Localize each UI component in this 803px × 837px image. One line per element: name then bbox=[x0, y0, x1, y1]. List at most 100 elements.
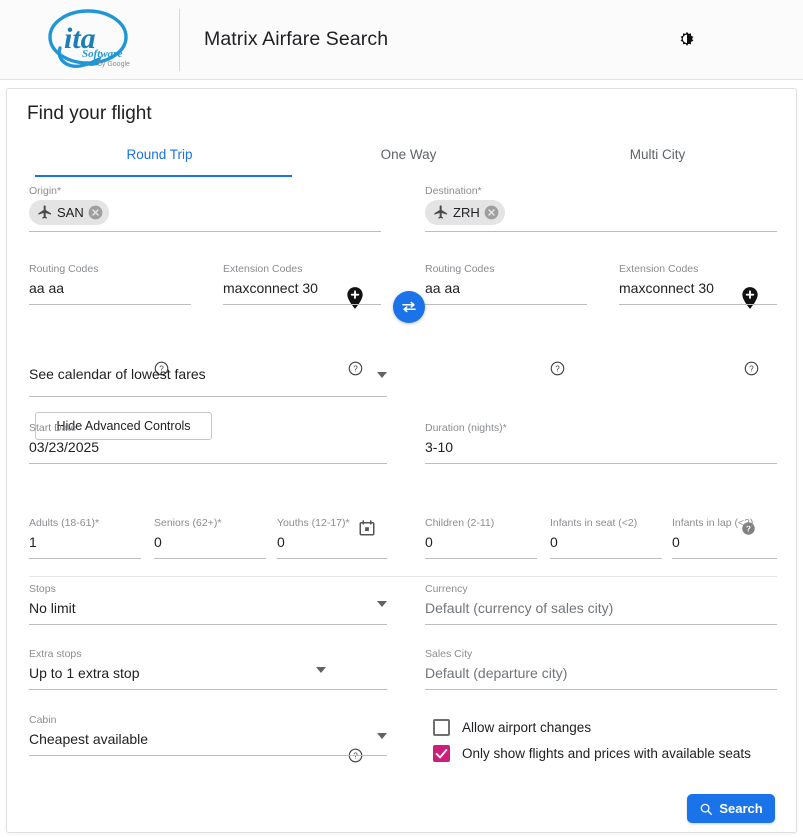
extra-stops-label: Extra stops bbox=[29, 648, 82, 660]
currency-label: Currency bbox=[425, 583, 468, 595]
page-title: Matrix Airfare Search bbox=[204, 28, 389, 50]
duration-label: Duration (nights)* bbox=[425, 422, 507, 434]
question-mark-glyph: ? bbox=[550, 361, 565, 376]
start-date-underline bbox=[29, 463, 387, 464]
extra-stops-underline bbox=[29, 689, 387, 690]
origin-field[interactable]: Origin* SAN bbox=[29, 185, 381, 232]
sales-city-underline bbox=[425, 689, 777, 690]
search-button[interactable]: Search bbox=[687, 794, 775, 823]
stops-underline bbox=[29, 624, 387, 625]
destination-routing-codes-help-icon[interactable]: ? bbox=[550, 361, 565, 376]
extra-stops-select[interactable]: Extra stops Up to 1 extra stop bbox=[29, 648, 387, 690]
available-seats-checkbox[interactable] bbox=[433, 745, 450, 762]
tab-multi-city-label: Multi City bbox=[629, 147, 686, 162]
passenger-adults-underline bbox=[29, 558, 141, 559]
passenger-infants-seat-field[interactable]: Infants in seat (<2) 0 bbox=[550, 517, 662, 559]
passenger-infants-lap-label: Infants in lap (<2) bbox=[672, 517, 754, 529]
origin-extension-codes-value: maxconnect 30 bbox=[223, 280, 318, 296]
allow-airport-changes-label: Allow airport changes bbox=[462, 720, 592, 735]
calendar-mode-select[interactable]: See calendar of lowest fares bbox=[29, 364, 387, 397]
currency-value: Default (currency of sales city) bbox=[425, 600, 614, 616]
brightness-icon[interactable] bbox=[672, 25, 702, 55]
tab-round-trip[interactable]: Round Trip bbox=[35, 143, 284, 179]
passenger-infants-lap-field[interactable]: Infants in lap (<2) 0 bbox=[672, 517, 777, 559]
destination-routing-codes-field[interactable]: Routing Codes aa aa bbox=[425, 263, 587, 305]
allow-airport-changes-checkbox[interactable] bbox=[433, 719, 450, 736]
chevron-down-icon[interactable] bbox=[316, 667, 326, 673]
passenger-seniors-field[interactable]: Seniors (62+)* 0 bbox=[154, 517, 266, 559]
origin-extension-codes-field[interactable]: Extension Codes maxconnect 30 bbox=[223, 263, 381, 305]
destination-extension-codes-field[interactable]: Extension Codes maxconnect 30 bbox=[619, 263, 777, 305]
origin-code: SAN bbox=[57, 204, 84, 220]
tab-one-way[interactable]: One Way bbox=[284, 143, 533, 179]
swap-arrows-icon bbox=[402, 301, 416, 313]
checkmark-icon bbox=[435, 749, 448, 759]
passenger-infants-seat-value: 0 bbox=[550, 534, 558, 550]
brightness-glyph bbox=[680, 31, 694, 46]
origin-extension-codes-label: Extension Codes bbox=[223, 263, 303, 275]
sales-city-value: Default (departure city) bbox=[425, 665, 568, 681]
close-icon[interactable] bbox=[484, 205, 499, 220]
destination-airport-chip[interactable]: ZRH bbox=[425, 199, 505, 225]
passenger-children-value: 0 bbox=[425, 534, 433, 550]
passenger-children-label: Children (2-11) bbox=[425, 517, 495, 529]
chevron-down-icon[interactable] bbox=[377, 372, 387, 378]
ita-software-logo: ita Software by Google bbox=[0, 1, 180, 79]
origin-airport-chip[interactable]: SAN bbox=[29, 199, 109, 225]
destination-label: Destination* bbox=[425, 185, 482, 197]
cabin-value: Cheapest available bbox=[29, 731, 149, 747]
origin-chip-row: SAN bbox=[29, 199, 381, 225]
passenger-seniors-underline bbox=[154, 558, 266, 559]
chevron-down-icon[interactable] bbox=[377, 733, 387, 739]
airplane-icon bbox=[38, 205, 51, 219]
destination-code: ZRH bbox=[453, 204, 480, 220]
passenger-youths-value: 0 bbox=[277, 534, 285, 550]
origin-extension-codes-underline bbox=[223, 304, 381, 305]
origin-label: Origin* bbox=[29, 185, 62, 197]
destination-field[interactable]: Destination* ZRH bbox=[425, 185, 777, 232]
extra-stops-value: Up to 1 extra stop bbox=[29, 665, 140, 681]
passenger-adults-field[interactable]: Adults (18-61)* 1 bbox=[29, 517, 141, 559]
allow-airport-changes-checkbox-row[interactable]: Allow airport changes bbox=[433, 718, 763, 737]
section-divider bbox=[29, 576, 777, 577]
sales-city-field[interactable]: Sales City Default (departure city) bbox=[425, 648, 777, 690]
duration-field[interactable]: Duration (nights)* 3-10 bbox=[425, 422, 777, 464]
passenger-infants-lap-underline bbox=[672, 558, 777, 559]
svg-text:?: ? bbox=[555, 365, 560, 374]
app-header: ita Software by Google Matrix Airfare Se… bbox=[0, 0, 803, 80]
passenger-youths-field[interactable]: Youths (12-17)* 0 bbox=[277, 517, 387, 559]
start-date-value: 03/23/2025 bbox=[29, 439, 100, 455]
start-date-label: Start Date bbox=[29, 422, 77, 434]
origin-routing-codes-label: Routing Codes bbox=[29, 263, 99, 275]
available-seats-label: Only show flights and prices with availa… bbox=[462, 746, 751, 761]
chevron-down-icon[interactable] bbox=[377, 601, 387, 607]
trip-type-tabs: Round Trip One Way Multi City bbox=[35, 143, 780, 179]
airplane-icon bbox=[434, 205, 447, 219]
stops-select[interactable]: Stops No limit bbox=[29, 583, 387, 625]
destination-routing-codes-value: aa aa bbox=[425, 280, 461, 296]
header-divider bbox=[179, 8, 180, 71]
sales-city-label: Sales City bbox=[425, 648, 473, 660]
destination-chip-row: ZRH bbox=[425, 199, 777, 225]
passenger-adults-label: Adults (18-61)* bbox=[29, 517, 100, 529]
form-heading: Find your flight bbox=[27, 103, 152, 124]
origin-routing-codes-field[interactable]: Routing Codes aa aa bbox=[29, 263, 191, 305]
passenger-children-field[interactable]: Children (2-11) 0 bbox=[425, 517, 537, 559]
start-date-field[interactable]: Start Date 03/23/2025 bbox=[29, 422, 387, 464]
destination-extension-codes-value: maxconnect 30 bbox=[619, 280, 714, 296]
calendar-mode-value: See calendar of lowest fares bbox=[29, 366, 206, 382]
currency-field[interactable]: Currency Default (currency of sales city… bbox=[425, 583, 777, 625]
search-form-card: Find your flight Round Trip One Way Mult… bbox=[6, 88, 797, 833]
close-icon[interactable] bbox=[88, 205, 103, 220]
cabin-label: Cabin bbox=[29, 714, 57, 726]
cabin-underline bbox=[29, 755, 387, 756]
available-seats-checkbox-row[interactable]: Only show flights and prices with availa… bbox=[433, 744, 763, 763]
cabin-select[interactable]: Cabin Cheapest available bbox=[29, 714, 387, 756]
svg-text:by Google: by Google bbox=[98, 61, 130, 68]
currency-underline bbox=[425, 624, 777, 625]
tab-multi-city[interactable]: Multi City bbox=[533, 143, 782, 179]
origin-underline bbox=[29, 231, 381, 232]
swap-origin-destination-button[interactable] bbox=[393, 291, 425, 323]
destination-extension-codes-help-icon[interactable]: ? bbox=[744, 361, 759, 376]
tab-one-way-label: One Way bbox=[380, 147, 437, 162]
